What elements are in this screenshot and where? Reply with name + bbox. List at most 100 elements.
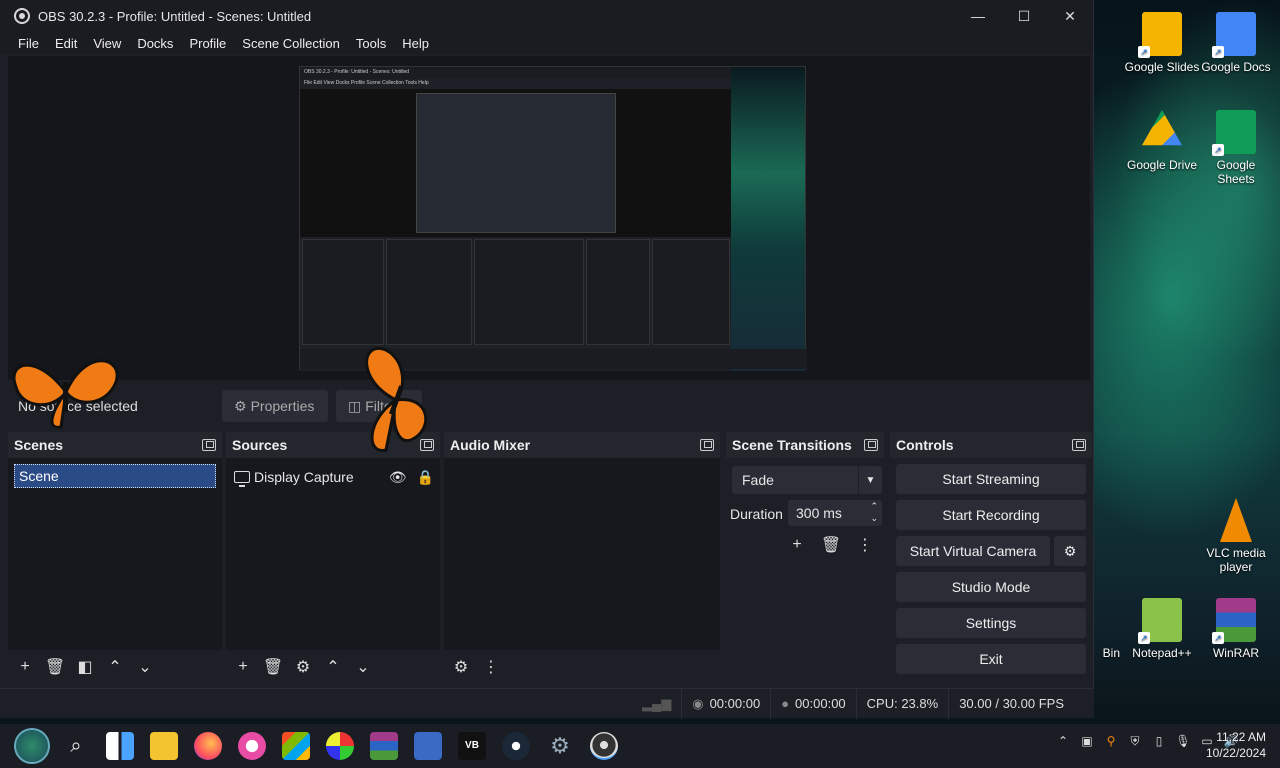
duration-spinbox[interactable]: 300 ms ⌃ ⌄ <box>788 500 882 526</box>
voicemeeter-icon[interactable]: VB <box>458 732 486 760</box>
audio-settings-icon[interactable]: ⚙ <box>450 656 472 678</box>
display-capture-preview: OBS 30.2.3 - Profile: Untitled - Scenes:… <box>299 66 807 371</box>
eye-icon[interactable]: 👁 <box>389 469 407 486</box>
desktop-icon-label: Notepad++ <box>1132 646 1192 660</box>
taskbar: ⌕ VB ⚙ ⌃ ▣ ⚲ ⛨ ▯ 🎙 ▭ 🔊 11:22 AM 10/22/20… <box>0 724 1280 768</box>
add-transition-icon[interactable]: + <box>786 534 808 556</box>
search-icon[interactable]: ⌕ <box>62 732 90 760</box>
scene-filters-icon[interactable]: ◧ <box>74 656 96 678</box>
gear-icon: ⚙ <box>234 397 247 414</box>
start-button[interactable] <box>14 728 50 764</box>
more-options-icon[interactable]: ⋮ <box>854 534 876 556</box>
cpu-usage: CPU: 23.8% <box>855 688 949 719</box>
desktop-icon-label: WinRAR <box>1212 646 1259 660</box>
settings-gear-icon[interactable]: ⚙ <box>546 732 574 760</box>
move-down-icon[interactable]: ⌄ <box>352 656 374 678</box>
remove-scene-icon[interactable]: 🗑 <box>44 656 66 678</box>
winrar-taskbar-icon[interactable] <box>370 732 398 760</box>
studio-mode-button[interactable]: Studio Mode <box>896 572 1086 602</box>
transition-select[interactable]: Fade ▼ <box>732 466 882 494</box>
menu-docks[interactable]: Docks <box>129 36 181 51</box>
app-icon[interactable] <box>414 732 442 760</box>
tray-search-icon[interactable]: ⚲ <box>1102 732 1120 750</box>
exit-button[interactable]: Exit <box>896 644 1086 674</box>
maximize-button[interactable]: ☐ <box>1001 0 1047 32</box>
steam-icon[interactable] <box>502 732 530 760</box>
scene-transitions-dock: Scene Transitions Fade ▼ Duration 300 ms… <box>726 432 884 684</box>
menu-bar: File Edit View Docks Profile Scene Colle… <box>0 32 1093 54</box>
desktop-icon-google-slides[interactable]: ↗ Google Slides <box>1124 12 1200 74</box>
start-recording-button[interactable]: Start Recording <box>896 500 1086 530</box>
remove-transition-icon[interactable]: 🗑 <box>820 534 842 556</box>
preview-canvas[interactable]: OBS 30.2.3 - Profile: Untitled - Scenes:… <box>8 56 1090 380</box>
desktop-icon-google-sheets[interactable]: ↗ Google Sheets <box>1198 110 1274 186</box>
desktop-icon-google-docs[interactable]: ↗ Google Docs <box>1198 12 1274 74</box>
desktop-icon-vlc[interactable]: VLC media player <box>1198 498 1274 574</box>
tray-app-icon[interactable]: ▣ <box>1078 732 1096 750</box>
menu-view[interactable]: View <box>85 36 129 51</box>
add-source-icon[interactable]: + <box>232 656 254 678</box>
firefox-icon[interactable] <box>194 732 222 760</box>
menu-file[interactable]: File <box>10 36 47 51</box>
desktop-icon-winrar[interactable]: ↗ WinRAR <box>1198 598 1274 660</box>
close-button[interactable]: ✕ <box>1047 0 1093 32</box>
sources-title: Sources <box>232 437 288 453</box>
undock-icon[interactable] <box>864 439 878 451</box>
stream-status: ◉ 00:00:00 <box>681 688 770 719</box>
spin-arrows-icon[interactable]: ⌃ ⌄ <box>870 500 878 524</box>
settings-button[interactable]: Settings <box>896 608 1086 638</box>
microphone-icon[interactable]: 🎙 <box>1174 732 1192 750</box>
start-virtual-camera-button[interactable]: Start Virtual Camera <box>896 536 1050 566</box>
controls-title: Controls <box>896 437 954 453</box>
move-up-icon[interactable]: ⌃ <box>104 656 126 678</box>
clock[interactable]: 11:22 AM 10/22/2024 <box>1206 729 1266 761</box>
title-bar[interactable]: OBS 30.2.3 - Profile: Untitled - Scenes:… <box>0 0 1093 32</box>
more-options-icon[interactable]: ⋮ <box>480 656 502 678</box>
security-shield-icon[interactable]: ⛨ <box>1126 732 1144 750</box>
undock-icon[interactable] <box>700 439 714 451</box>
start-streaming-button[interactable]: Start Streaming <box>896 464 1086 494</box>
menu-edit[interactable]: Edit <box>47 36 85 51</box>
menu-tools[interactable]: Tools <box>348 36 394 51</box>
app-icon[interactable] <box>326 732 354 760</box>
virtual-camera-settings-button[interactable]: ⚙ <box>1054 536 1086 566</box>
mini-audio-dock <box>474 239 584 345</box>
source-list-item[interactable]: Display Capture 👁 🔒 <box>234 466 434 488</box>
properties-button[interactable]: ⚙ Properties <box>222 390 328 422</box>
remove-source-icon[interactable]: 🗑 <box>262 656 284 678</box>
obs-window: OBS 30.2.3 - Profile: Untitled - Scenes:… <box>0 0 1094 719</box>
record-status: ● 00:00:00 <box>770 688 855 719</box>
duration-value: 300 ms <box>796 505 842 521</box>
move-up-icon[interactable]: ⌃ <box>322 656 344 678</box>
menu-help[interactable]: Help <box>394 36 437 51</box>
desktop-icon-label: Google Slides <box>1124 60 1200 74</box>
menu-profile[interactable]: Profile <box>181 36 234 51</box>
minimize-button[interactable]: — <box>955 0 1001 32</box>
stream-time: 00:00:00 <box>709 696 761 711</box>
desktop-icon-google-drive[interactable]: Google Drive <box>1124 110 1200 172</box>
add-scene-icon[interactable]: + <box>14 656 36 678</box>
undock-icon[interactable] <box>1072 439 1086 451</box>
source-properties-icon[interactable]: ⚙ <box>292 656 314 678</box>
itunes-icon[interactable] <box>238 732 266 760</box>
lock-icon[interactable]: 🔒 <box>417 469 434 486</box>
vlc-cone-icon <box>1220 498 1252 542</box>
mini-sources-dock <box>386 239 472 345</box>
obs-taskbar-icon[interactable] <box>590 732 618 760</box>
desktop-icon-notepadpp[interactable]: ↗ Notepad++ <box>1124 598 1200 660</box>
move-down-icon[interactable]: ⌄ <box>134 656 156 678</box>
clock-date: 10/22/2024 <box>1205 746 1266 760</box>
menu-scene-collection[interactable]: Scene Collection <box>234 36 348 51</box>
source-toolbar: No source selected ⚙ Properties ◫ Filter… <box>8 384 1090 428</box>
microsoft-store-icon[interactable] <box>282 732 310 760</box>
scenes-title: Scenes <box>14 437 64 453</box>
desktop-icon-label: Google Docs <box>1201 60 1271 74</box>
winrar-icon: ↗ <box>1212 598 1256 644</box>
file-explorer-icon[interactable] <box>150 732 178 760</box>
chevron-up-icon[interactable]: ⌃ <box>1054 732 1072 750</box>
scene-list-item[interactable]: Scene <box>14 464 216 488</box>
record-icon: ● <box>781 696 790 711</box>
usb-icon[interactable]: ▯ <box>1150 732 1168 750</box>
task-view-icon[interactable] <box>106 732 134 760</box>
undock-icon[interactable] <box>202 439 216 451</box>
